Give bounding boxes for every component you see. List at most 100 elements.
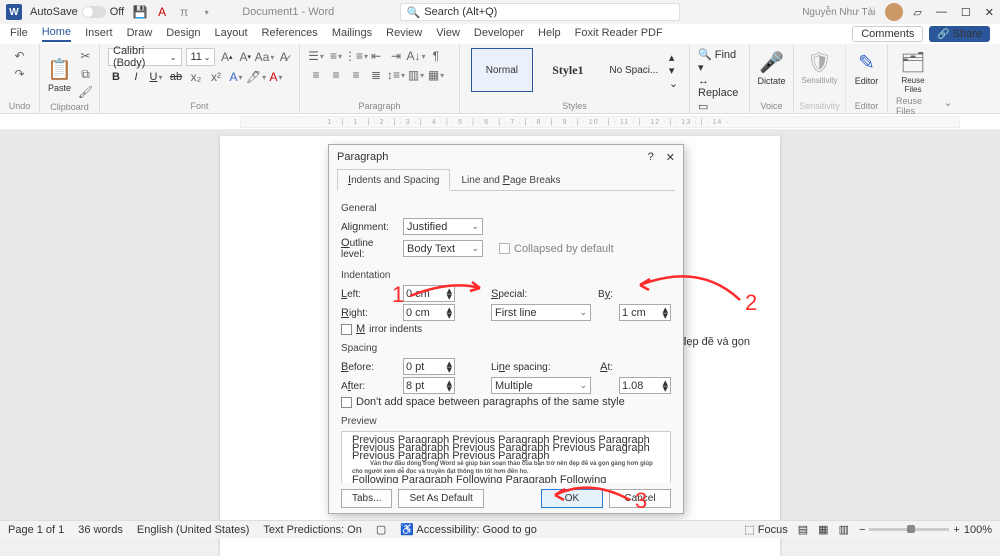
bullets-icon[interactable]: ☰ bbox=[308, 48, 324, 64]
tab-mailings[interactable]: Mailings bbox=[332, 27, 372, 41]
tabs-button[interactable]: Tabs... bbox=[341, 489, 392, 508]
font-name-combo[interactable]: Calibri (Body)⌄ bbox=[108, 48, 182, 66]
tab-file[interactable]: File bbox=[10, 27, 28, 41]
maximize-icon[interactable]: ☐ bbox=[961, 6, 971, 19]
line-spacing-combo[interactable]: Multiple bbox=[491, 377, 591, 394]
font-color-icon[interactable]: A bbox=[268, 69, 284, 85]
autosave-toggle[interactable]: AutoSave Off bbox=[30, 6, 124, 18]
zoom-out-icon[interactable]: − bbox=[859, 524, 865, 536]
paste-label[interactable]: Paste bbox=[48, 83, 71, 93]
zoom-in-icon[interactable]: + bbox=[953, 524, 959, 536]
paste-icon[interactable]: 📋 bbox=[46, 55, 74, 83]
tab-home[interactable]: Home bbox=[42, 26, 71, 42]
set-default-button[interactable]: Set As Default bbox=[398, 489, 483, 508]
reuse-files-label[interactable]: Reuse Files bbox=[901, 76, 924, 94]
dialog-close-icon[interactable]: ✕ bbox=[666, 151, 675, 164]
after-spin[interactable]: 8 pt▴▾ bbox=[403, 377, 455, 394]
horizontal-ruler[interactable]: · 1 · | · 1 · | · 2 · | · 3 · | · 4 · | … bbox=[0, 114, 1000, 130]
dialog-help-icon[interactable]: ? bbox=[648, 151, 654, 164]
equation-icon[interactable]: π bbox=[176, 4, 192, 20]
dictate-icon[interactable]: 🎤 bbox=[758, 48, 786, 76]
share-button[interactable]: 🔗 Share bbox=[929, 26, 990, 42]
tab-help[interactable]: Help bbox=[538, 27, 561, 41]
zoom-slider[interactable] bbox=[869, 528, 949, 531]
superscript-icon[interactable]: x² bbox=[208, 69, 224, 85]
status-words[interactable]: 36 words bbox=[78, 524, 123, 536]
multilevel-icon[interactable]: ⋮≡ bbox=[348, 48, 364, 64]
status-page[interactable]: Page 1 of 1 bbox=[8, 524, 64, 536]
line-spacing-icon[interactable]: ↕≡ bbox=[388, 67, 404, 83]
comments-button[interactable]: Comments bbox=[852, 26, 923, 42]
grow-font-icon[interactable]: A▴ bbox=[219, 49, 234, 65]
editor-label[interactable]: Editor bbox=[855, 76, 879, 86]
indent-left-spin[interactable]: 0 cm▴▾ bbox=[403, 285, 455, 302]
search-box[interactable]: 🔍 Search (Alt+Q) bbox=[400, 3, 680, 21]
text-effects-icon[interactable]: A bbox=[228, 69, 244, 85]
borders-icon[interactable]: ▦ bbox=[428, 67, 444, 83]
zoom-level[interactable]: 100% bbox=[964, 524, 992, 536]
replace-button[interactable]: ↔ Replace bbox=[698, 75, 741, 99]
quick-style-a-icon[interactable]: A bbox=[154, 4, 170, 20]
before-spin[interactable]: 0 pt▴▾ bbox=[403, 358, 455, 375]
ribbon-options-icon[interactable]: ▱ bbox=[913, 6, 921, 19]
minimize-icon[interactable]: — bbox=[936, 6, 947, 19]
tab-developer[interactable]: Developer bbox=[474, 27, 524, 41]
status-predictions[interactable]: Text Predictions: On bbox=[263, 524, 361, 536]
ok-button[interactable]: OK bbox=[541, 489, 603, 508]
macro-record-icon[interactable]: ▢ bbox=[376, 523, 386, 536]
underline-icon[interactable]: U bbox=[148, 69, 164, 85]
tab-layout[interactable]: Layout bbox=[215, 27, 248, 41]
italic-icon[interactable]: I bbox=[128, 69, 144, 85]
bold-icon[interactable]: B bbox=[108, 69, 124, 85]
copy-icon[interactable]: ⧉ bbox=[78, 66, 94, 82]
change-case-icon[interactable]: Aa bbox=[256, 49, 272, 65]
save-icon[interactable]: 💾 bbox=[132, 4, 148, 20]
tab-design[interactable]: Design bbox=[166, 27, 200, 41]
dialog-tab-linebreaks[interactable]: Line and Page Breaks bbox=[450, 169, 571, 191]
tab-view[interactable]: View bbox=[436, 27, 460, 41]
autosave-switch-icon[interactable] bbox=[82, 6, 106, 18]
outline-combo[interactable]: Body Text bbox=[403, 240, 483, 257]
show-marks-icon[interactable]: ¶ bbox=[428, 48, 444, 64]
qat-customize-icon[interactable] bbox=[198, 4, 214, 20]
cut-icon[interactable]: ✂ bbox=[78, 48, 94, 64]
tab-review[interactable]: Review bbox=[386, 27, 422, 41]
special-combo[interactable]: First line bbox=[491, 304, 591, 321]
view-read-icon[interactable]: ▤ bbox=[798, 523, 808, 536]
tab-references[interactable]: References bbox=[262, 27, 318, 41]
shrink-font-icon[interactable]: A▾ bbox=[238, 49, 253, 65]
format-painter-icon[interactable]: 🖌 bbox=[78, 84, 94, 100]
align-left-icon[interactable]: ≡ bbox=[308, 67, 324, 83]
alignment-combo[interactable]: Justified bbox=[403, 218, 483, 235]
strike-icon[interactable]: ab bbox=[168, 69, 184, 85]
clear-format-icon[interactable]: A̷ bbox=[276, 49, 291, 65]
tab-draw[interactable]: Draw bbox=[127, 27, 153, 41]
view-web-icon[interactable]: ▥ bbox=[839, 523, 849, 536]
style-nospacing[interactable]: No Spaci... bbox=[603, 48, 665, 92]
align-center-icon[interactable]: ≡ bbox=[328, 67, 344, 83]
styles-more-icon[interactable]: ⌄ bbox=[669, 77, 678, 90]
redo-icon[interactable]: ↷ bbox=[12, 66, 28, 82]
by-spin[interactable]: 1 cm▴▾ bbox=[619, 304, 671, 321]
find-button[interactable]: 🔍 Find ▾ bbox=[698, 48, 741, 74]
dictate-label[interactable]: Dictate bbox=[758, 76, 786, 86]
font-size-combo[interactable]: 11⌄ bbox=[186, 48, 216, 66]
indent-right-spin[interactable]: 0 cm▴▾ bbox=[403, 304, 455, 321]
styles-down-icon[interactable]: ▾ bbox=[669, 64, 678, 77]
shading-icon[interactable]: ▥ bbox=[408, 67, 424, 83]
status-language[interactable]: English (United States) bbox=[137, 524, 250, 536]
tab-insert[interactable]: Insert bbox=[85, 27, 113, 41]
collapse-ribbon-icon[interactable]: ⌄ bbox=[943, 96, 952, 109]
mirror-indents-checkbox[interactable]: Mirror indents bbox=[341, 323, 422, 335]
dialog-tab-indents[interactable]: Indents and Spacing bbox=[337, 169, 450, 191]
styles-up-icon[interactable]: ▴ bbox=[669, 51, 678, 64]
justify-icon[interactable]: ≣ bbox=[368, 67, 384, 83]
no-space-same-style-checkbox[interactable]: Don't add space between paragraphs of th… bbox=[341, 396, 625, 408]
align-right-icon[interactable]: ≡ bbox=[348, 67, 364, 83]
subscript-icon[interactable]: x₂ bbox=[188, 69, 204, 85]
undo-icon[interactable]: ↶ bbox=[12, 48, 28, 64]
reuse-files-icon[interactable]: 🗂 bbox=[899, 48, 927, 76]
indent-left-icon[interactable]: ⇤ bbox=[368, 48, 384, 64]
status-accessibility[interactable]: ♿ Accessibility: Good to go bbox=[400, 523, 537, 536]
at-spin[interactable]: 1.08▴▾ bbox=[619, 377, 671, 394]
